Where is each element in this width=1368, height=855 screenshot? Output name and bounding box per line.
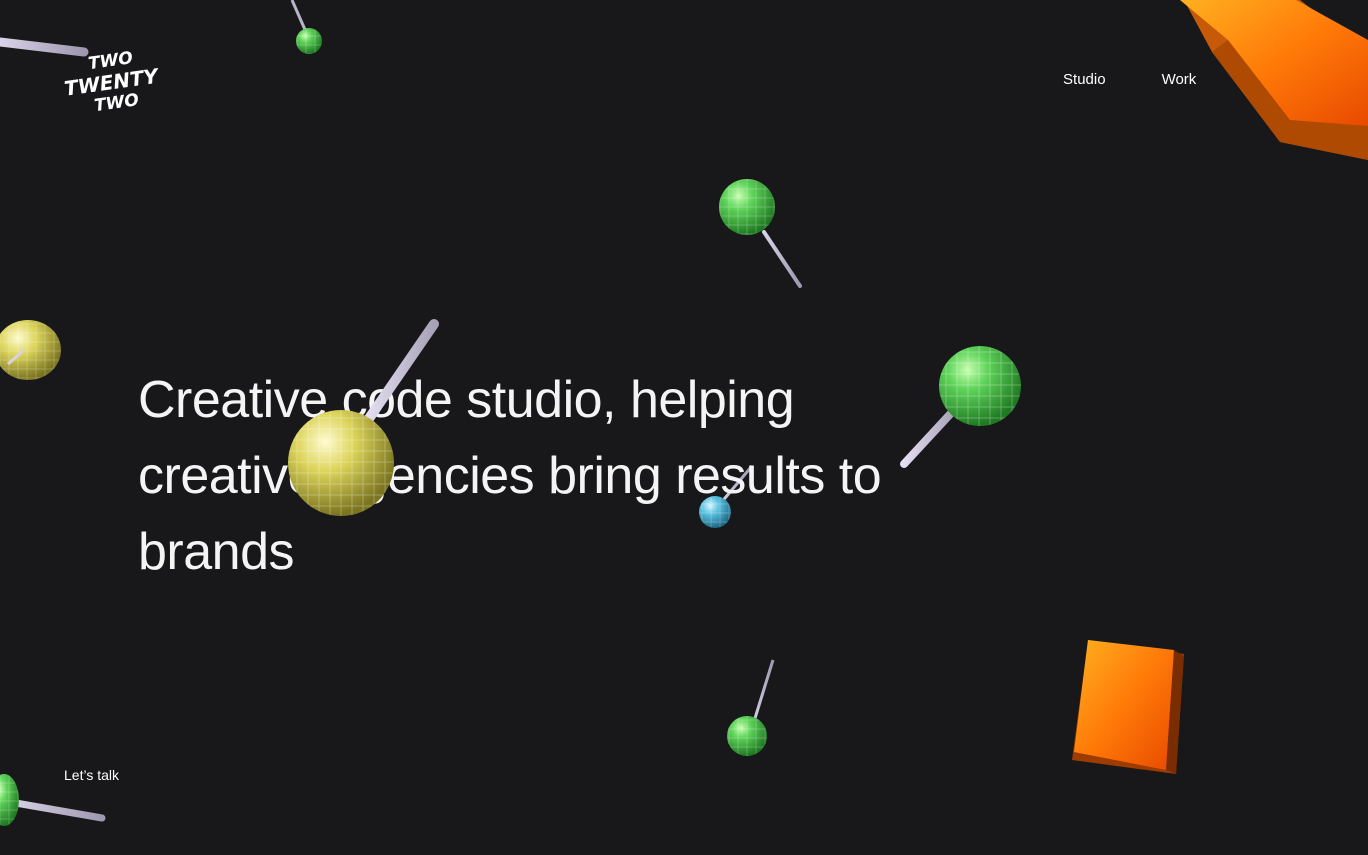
green-lollipop-icon: [290, 0, 322, 54]
lets-talk-link[interactable]: Let’s talk: [64, 766, 119, 784]
main-nav: Studio Work Contact: [1063, 70, 1304, 90]
orange-candy-block-icon: [1072, 640, 1184, 774]
hero-stage: TWO TWENTY TWO Studio Work Contact Creat…: [0, 0, 1368, 855]
nav-link-studio[interactable]: Studio: [1063, 70, 1106, 90]
green-lollipop-icon: [727, 659, 775, 756]
green-lollipop-icon: [719, 179, 802, 288]
green-lollipop-icon: [900, 346, 1021, 468]
logo-wordmark-icon: TWO TWENTY TWO: [63, 48, 162, 116]
hero-headline: Creative code studio, helping creative a…: [138, 371, 882, 581]
nav-link-work[interactable]: Work: [1162, 70, 1197, 90]
yellow-lollipop-icon: [0, 320, 61, 380]
brand-logo[interactable]: TWO TWENTY TWO: [62, 44, 186, 116]
nav-link-contact[interactable]: Contact: [1252, 70, 1304, 90]
